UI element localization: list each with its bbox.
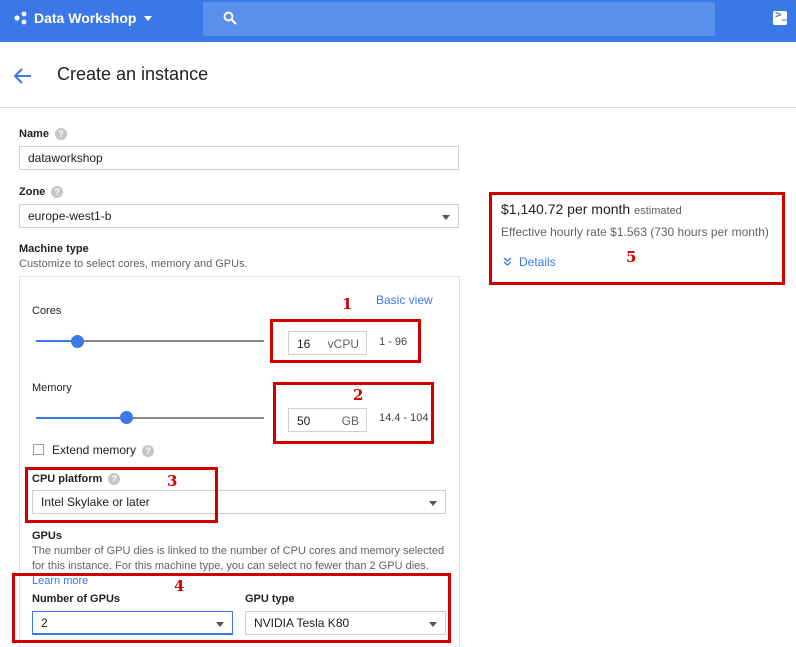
annotation-number-3: 3 (167, 472, 178, 490)
cloud-shell-icon[interactable]: >_ (773, 8, 788, 25)
name-input[interactable]: dataworkshop (19, 146, 459, 170)
help-icon[interactable]: ? (51, 186, 64, 199)
gpus-description: The number of GPU dies is linked to the … (32, 545, 445, 572)
help-icon[interactable]: ? (54, 128, 67, 141)
annotation-box-4 (12, 573, 451, 643)
annotation-box-3 (25, 467, 218, 523)
zone-label: Zone? (19, 186, 64, 199)
gpus-label: GPUs (32, 530, 62, 542)
project-selector[interactable]: Data Workshop (14, 10, 153, 26)
search-input[interactable] (249, 8, 699, 30)
annotation-number-4: 4 (174, 577, 185, 595)
name-label: Name? (19, 128, 67, 141)
page-title: Create an instance (57, 64, 209, 84)
extend-memory-label: Extend memory? (52, 443, 155, 457)
memory-label: Memory (32, 382, 72, 394)
basic-view-link[interactable]: Basic view (376, 293, 433, 307)
zone-select[interactable]: europe-west1-b (19, 204, 459, 228)
chevron-down-icon (144, 15, 153, 21)
extend-memory-checkbox[interactable] (33, 444, 44, 455)
top-bar: Data Workshop >_ (0, 0, 796, 42)
memory-slider-thumb[interactable] (120, 411, 133, 424)
search-bar[interactable] (203, 2, 715, 36)
dropdown-arrow-icon (442, 215, 450, 220)
back-arrow-icon[interactable] (13, 66, 33, 86)
header-divider (0, 107, 796, 108)
help-icon[interactable]: ? (142, 444, 155, 457)
dropdown-arrow-icon (429, 501, 437, 506)
annotation-box-5 (489, 192, 785, 285)
project-name: Data Workshop (34, 10, 137, 26)
cores-slider-thumb[interactable] (71, 335, 84, 348)
annotation-number-2: 2 (353, 386, 364, 404)
machine-type-label: Machine type (19, 243, 89, 255)
machine-type-description: Customize to select cores, memory and GP… (19, 258, 248, 270)
annotation-number-1: 1 (342, 295, 353, 313)
search-icon (223, 11, 237, 25)
project-hexagon-icon (14, 11, 27, 25)
cores-label: Cores (32, 305, 62, 317)
annotation-number-5: 5 (626, 248, 637, 266)
annotation-box-1 (270, 319, 421, 363)
memory-slider-fill (36, 417, 127, 419)
